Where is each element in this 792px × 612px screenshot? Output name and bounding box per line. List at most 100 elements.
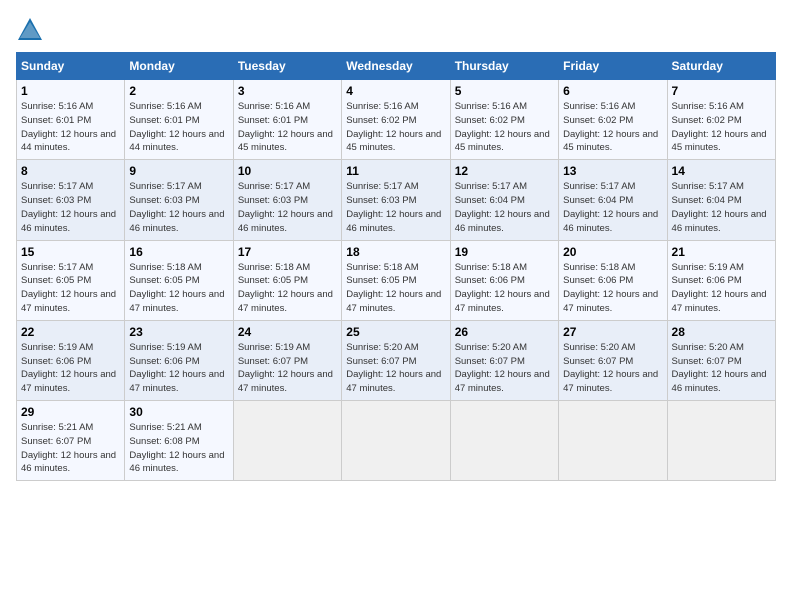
calendar-week-row: 29 Sunrise: 5:21 AMSunset: 6:07 PMDaylig… — [17, 401, 776, 481]
day-number: 19 — [455, 245, 554, 259]
calendar-cell: 15 Sunrise: 5:17 AMSunset: 6:05 PMDaylig… — [17, 240, 125, 320]
calendar-table: Sunday Monday Tuesday Wednesday Thursday… — [16, 52, 776, 481]
day-info: Sunrise: 5:18 AMSunset: 6:06 PMDaylight:… — [563, 262, 658, 314]
calendar-cell: 8 Sunrise: 5:17 AMSunset: 6:03 PMDayligh… — [17, 160, 125, 240]
calendar-cell — [450, 401, 558, 481]
day-number: 21 — [672, 245, 771, 259]
day-number: 11 — [346, 164, 445, 178]
day-number: 17 — [238, 245, 337, 259]
calendar-cell: 28 Sunrise: 5:20 AMSunset: 6:07 PMDaylig… — [667, 320, 775, 400]
day-info: Sunrise: 5:16 AMSunset: 6:02 PMDaylight:… — [563, 101, 658, 153]
day-number: 3 — [238, 84, 337, 98]
header-tuesday: Tuesday — [233, 53, 341, 80]
calendar-cell: 24 Sunrise: 5:19 AMSunset: 6:07 PMDaylig… — [233, 320, 341, 400]
weekday-header-row: Sunday Monday Tuesday Wednesday Thursday… — [17, 53, 776, 80]
day-number: 29 — [21, 405, 120, 419]
day-info: Sunrise: 5:19 AMSunset: 6:06 PMDaylight:… — [129, 342, 224, 394]
calendar-cell: 9 Sunrise: 5:17 AMSunset: 6:03 PMDayligh… — [125, 160, 233, 240]
day-number: 23 — [129, 325, 228, 339]
day-number: 15 — [21, 245, 120, 259]
day-number: 5 — [455, 84, 554, 98]
calendar-cell: 4 Sunrise: 5:16 AMSunset: 6:02 PMDayligh… — [342, 80, 450, 160]
day-number: 8 — [21, 164, 120, 178]
day-number: 18 — [346, 245, 445, 259]
calendar-week-row: 15 Sunrise: 5:17 AMSunset: 6:05 PMDaylig… — [17, 240, 776, 320]
calendar-cell: 29 Sunrise: 5:21 AMSunset: 6:07 PMDaylig… — [17, 401, 125, 481]
day-info: Sunrise: 5:17 AMSunset: 6:03 PMDaylight:… — [21, 181, 116, 233]
day-info: Sunrise: 5:17 AMSunset: 6:04 PMDaylight:… — [455, 181, 550, 233]
day-info: Sunrise: 5:20 AMSunset: 6:07 PMDaylight:… — [455, 342, 550, 394]
calendar-cell — [342, 401, 450, 481]
day-number: 22 — [21, 325, 120, 339]
calendar-cell: 11 Sunrise: 5:17 AMSunset: 6:03 PMDaylig… — [342, 160, 450, 240]
calendar-cell: 27 Sunrise: 5:20 AMSunset: 6:07 PMDaylig… — [559, 320, 667, 400]
day-info: Sunrise: 5:16 AMSunset: 6:02 PMDaylight:… — [346, 101, 441, 153]
day-info: Sunrise: 5:17 AMSunset: 6:04 PMDaylight:… — [563, 181, 658, 233]
header-saturday: Saturday — [667, 53, 775, 80]
day-number: 1 — [21, 84, 120, 98]
day-info: Sunrise: 5:17 AMSunset: 6:04 PMDaylight:… — [672, 181, 767, 233]
calendar-week-row: 8 Sunrise: 5:17 AMSunset: 6:03 PMDayligh… — [17, 160, 776, 240]
day-number: 2 — [129, 84, 228, 98]
calendar-cell: 5 Sunrise: 5:16 AMSunset: 6:02 PMDayligh… — [450, 80, 558, 160]
day-number: 9 — [129, 164, 228, 178]
logo — [16, 16, 46, 44]
calendar-cell: 17 Sunrise: 5:18 AMSunset: 6:05 PMDaylig… — [233, 240, 341, 320]
calendar-cell: 10 Sunrise: 5:17 AMSunset: 6:03 PMDaylig… — [233, 160, 341, 240]
day-number: 7 — [672, 84, 771, 98]
day-info: Sunrise: 5:16 AMSunset: 6:01 PMDaylight:… — [21, 101, 116, 153]
day-info: Sunrise: 5:16 AMSunset: 6:01 PMDaylight:… — [129, 101, 224, 153]
day-info: Sunrise: 5:20 AMSunset: 6:07 PMDaylight:… — [563, 342, 658, 394]
calendar-cell — [559, 401, 667, 481]
day-info: Sunrise: 5:17 AMSunset: 6:03 PMDaylight:… — [238, 181, 333, 233]
day-info: Sunrise: 5:19 AMSunset: 6:06 PMDaylight:… — [21, 342, 116, 394]
calendar-cell — [233, 401, 341, 481]
header-wednesday: Wednesday — [342, 53, 450, 80]
day-number: 25 — [346, 325, 445, 339]
day-info: Sunrise: 5:18 AMSunset: 6:05 PMDaylight:… — [238, 262, 333, 314]
calendar-week-row: 1 Sunrise: 5:16 AMSunset: 6:01 PMDayligh… — [17, 80, 776, 160]
calendar-cell: 2 Sunrise: 5:16 AMSunset: 6:01 PMDayligh… — [125, 80, 233, 160]
calendar-cell: 13 Sunrise: 5:17 AMSunset: 6:04 PMDaylig… — [559, 160, 667, 240]
day-number: 6 — [563, 84, 662, 98]
calendar-body: 1 Sunrise: 5:16 AMSunset: 6:01 PMDayligh… — [17, 80, 776, 481]
day-info: Sunrise: 5:21 AMSunset: 6:07 PMDaylight:… — [21, 422, 116, 474]
calendar-cell: 7 Sunrise: 5:16 AMSunset: 6:02 PMDayligh… — [667, 80, 775, 160]
day-number: 16 — [129, 245, 228, 259]
day-number: 4 — [346, 84, 445, 98]
calendar-cell: 22 Sunrise: 5:19 AMSunset: 6:06 PMDaylig… — [17, 320, 125, 400]
day-number: 10 — [238, 164, 337, 178]
day-info: Sunrise: 5:19 AMSunset: 6:07 PMDaylight:… — [238, 342, 333, 394]
header-friday: Friday — [559, 53, 667, 80]
calendar-cell: 19 Sunrise: 5:18 AMSunset: 6:06 PMDaylig… — [450, 240, 558, 320]
day-info: Sunrise: 5:18 AMSunset: 6:05 PMDaylight:… — [129, 262, 224, 314]
calendar-cell: 23 Sunrise: 5:19 AMSunset: 6:06 PMDaylig… — [125, 320, 233, 400]
day-number: 20 — [563, 245, 662, 259]
day-number: 26 — [455, 325, 554, 339]
day-info: Sunrise: 5:16 AMSunset: 6:02 PMDaylight:… — [455, 101, 550, 153]
header-monday: Monday — [125, 53, 233, 80]
calendar-cell: 30 Sunrise: 5:21 AMSunset: 6:08 PMDaylig… — [125, 401, 233, 481]
calendar-cell: 1 Sunrise: 5:16 AMSunset: 6:01 PMDayligh… — [17, 80, 125, 160]
day-info: Sunrise: 5:21 AMSunset: 6:08 PMDaylight:… — [129, 422, 224, 474]
day-info: Sunrise: 5:17 AMSunset: 6:03 PMDaylight:… — [129, 181, 224, 233]
day-info: Sunrise: 5:20 AMSunset: 6:07 PMDaylight:… — [672, 342, 767, 394]
day-info: Sunrise: 5:16 AMSunset: 6:01 PMDaylight:… — [238, 101, 333, 153]
calendar-cell: 3 Sunrise: 5:16 AMSunset: 6:01 PMDayligh… — [233, 80, 341, 160]
calendar-cell: 25 Sunrise: 5:20 AMSunset: 6:07 PMDaylig… — [342, 320, 450, 400]
day-info: Sunrise: 5:17 AMSunset: 6:03 PMDaylight:… — [346, 181, 441, 233]
logo-icon — [16, 16, 44, 44]
day-number: 12 — [455, 164, 554, 178]
calendar-cell: 12 Sunrise: 5:17 AMSunset: 6:04 PMDaylig… — [450, 160, 558, 240]
day-info: Sunrise: 5:18 AMSunset: 6:06 PMDaylight:… — [455, 262, 550, 314]
page-header — [16, 16, 776, 44]
day-info: Sunrise: 5:20 AMSunset: 6:07 PMDaylight:… — [346, 342, 441, 394]
day-info: Sunrise: 5:16 AMSunset: 6:02 PMDaylight:… — [672, 101, 767, 153]
day-number: 24 — [238, 325, 337, 339]
day-number: 13 — [563, 164, 662, 178]
day-info: Sunrise: 5:19 AMSunset: 6:06 PMDaylight:… — [672, 262, 767, 314]
day-info: Sunrise: 5:18 AMSunset: 6:05 PMDaylight:… — [346, 262, 441, 314]
calendar-cell: 14 Sunrise: 5:17 AMSunset: 6:04 PMDaylig… — [667, 160, 775, 240]
day-info: Sunrise: 5:17 AMSunset: 6:05 PMDaylight:… — [21, 262, 116, 314]
day-number: 28 — [672, 325, 771, 339]
